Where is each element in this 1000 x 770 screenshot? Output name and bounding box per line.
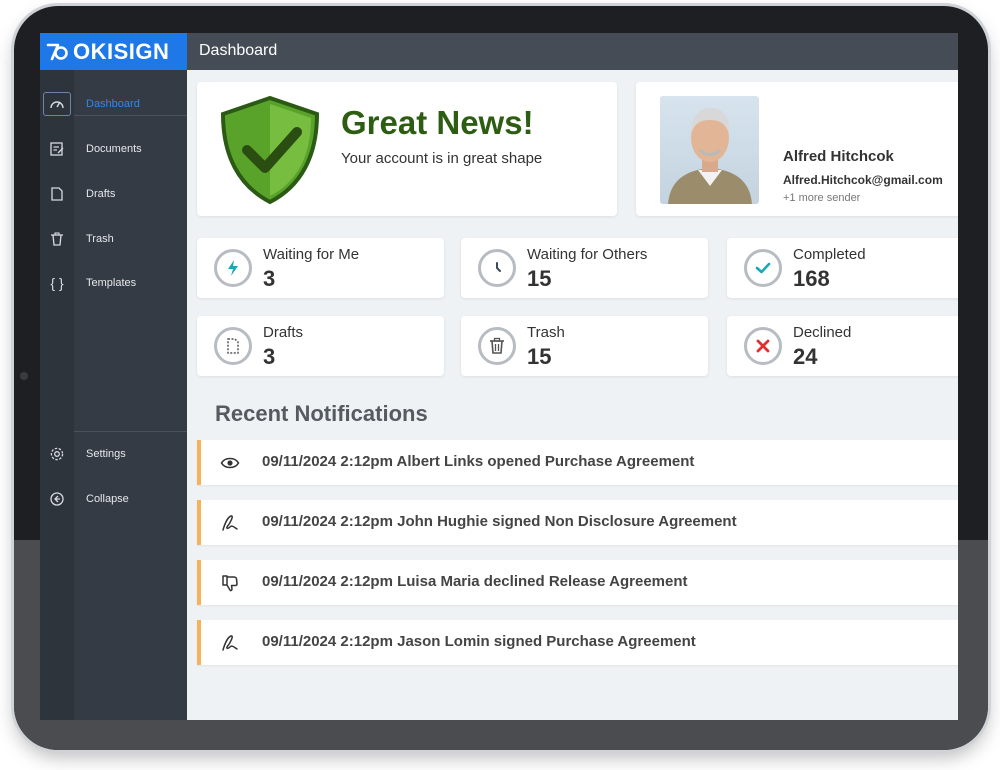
sidebar-divider — [74, 115, 187, 116]
notification-text: 09/11/2024 2:12pm Jason Lomin signed Pur… — [262, 633, 696, 650]
check-icon — [744, 249, 782, 287]
arrow-left-circle-icon — [46, 488, 68, 510]
sidebar-item-dashboard[interactable]: Dashboard — [40, 81, 187, 126]
lightning-icon — [214, 249, 252, 287]
hero-title: Great News! — [341, 104, 534, 141]
stat-card-trash[interactable]: Trash 15 — [461, 316, 708, 376]
sidebar-item-label: Trash — [86, 232, 114, 245]
sidebar-item-settings[interactable]: Settings — [40, 431, 187, 476]
sidebar-item-label: Documents — [86, 142, 142, 155]
document-edit-icon — [46, 138, 68, 160]
app-screen: OKISIGN Dashboard Dashboard Documents Dr… — [40, 33, 958, 720]
stat-value: 15 — [527, 266, 552, 291]
notification-text: 09/11/2024 2:12pm Albert Links opened Pu… — [262, 453, 695, 470]
sidebar-item-label: Settings — [86, 447, 126, 460]
stat-value: 24 — [793, 344, 818, 369]
notification-item[interactable]: 09/11/2024 2:12pm John Hughie signed Non… — [197, 500, 958, 545]
draft-file-icon — [214, 327, 252, 365]
sidebar-item-label: Collapse — [86, 492, 129, 505]
notifications-title: Recent Notifications — [215, 401, 428, 426]
x-icon — [744, 327, 782, 365]
stat-value: 15 — [527, 344, 552, 369]
notification-text: 09/11/2024 2:12pm Luisa Maria declined R… — [262, 573, 688, 590]
stat-value: 3 — [263, 266, 276, 291]
sidebar-item-label: Dashboard — [86, 97, 140, 110]
brand-logo[interactable]: OKISIGN — [40, 33, 187, 70]
stat-card-declined[interactable]: Declined 24 — [727, 316, 958, 376]
signature-icon — [219, 632, 241, 654]
gauge-icon — [43, 91, 71, 116]
trash-icon — [46, 228, 68, 250]
notification-text: 09/11/2024 2:12pm John Hughie signed Non… — [262, 513, 737, 530]
profile-card[interactable]: Alfred Hitchcok Alfred.Hitchcok@gmail.co… — [636, 82, 958, 216]
shield-check-icon — [220, 95, 320, 205]
thumbs-down-icon — [219, 572, 241, 594]
stat-card-completed[interactable]: Completed 168 — [727, 238, 958, 298]
notification-item[interactable]: 09/11/2024 2:12pm Albert Links opened Pu… — [197, 440, 958, 485]
braces-icon: { } — [50, 274, 64, 291]
hero-subtitle: Your account is in great shape — [341, 150, 543, 167]
avatar — [660, 96, 759, 204]
stat-label: Waiting for Others — [527, 246, 648, 263]
top-bar: OKISIGN Dashboard — [40, 33, 958, 70]
profile-name: Alfred Hitchcok — [783, 148, 894, 165]
stat-label: Declined — [793, 324, 852, 341]
sidebar-item-drafts[interactable]: Drafts — [40, 171, 187, 216]
stat-label: Waiting for Me — [263, 246, 360, 263]
tablet-camera — [20, 372, 28, 380]
sidebar-item-templates[interactable]: { } Templates — [40, 260, 187, 305]
okisign-logo-icon — [46, 43, 68, 60]
gear-icon — [46, 443, 68, 465]
avatar-portrait — [668, 108, 752, 204]
eye-icon — [219, 452, 241, 474]
profile-more-senders[interactable]: +1 more sender — [783, 192, 860, 204]
stat-card-drafts[interactable]: Drafts 3 — [197, 316, 444, 376]
notification-item[interactable]: 09/11/2024 2:12pm Luisa Maria declined R… — [197, 560, 958, 605]
stat-label: Trash — [527, 324, 565, 341]
sidebar-item-trash[interactable]: Trash — [40, 216, 187, 261]
sidebar-item-documents[interactable]: Documents — [40, 126, 187, 171]
stat-label: Completed — [793, 246, 866, 263]
brand-name: OKISIGN — [73, 38, 170, 64]
trash-icon — [478, 327, 516, 365]
page-title: Dashboard — [199, 42, 278, 59]
signature-icon — [219, 512, 241, 534]
stat-card-waiting-for-others[interactable]: Waiting for Others 15 — [461, 238, 708, 298]
draft-file-icon — [46, 183, 68, 205]
sidebar-item-label: Drafts — [86, 187, 116, 200]
stat-card-waiting-for-me[interactable]: Waiting for Me 3 — [197, 238, 444, 298]
sidebar-item-label: Templates — [86, 276, 137, 289]
profile-email: Alfred.Hitchcok@gmail.com — [783, 173, 943, 187]
sidebar-item-collapse[interactable]: Collapse — [40, 476, 187, 521]
notification-item[interactable]: 09/11/2024 2:12pm Jason Lomin signed Pur… — [197, 620, 958, 665]
stat-value: 3 — [263, 344, 276, 369]
stat-value: 168 — [793, 266, 830, 291]
clock-icon — [478, 249, 516, 287]
account-status-card: Great News! Your account is in great sha… — [197, 82, 617, 216]
stat-label: Drafts — [263, 324, 304, 341]
